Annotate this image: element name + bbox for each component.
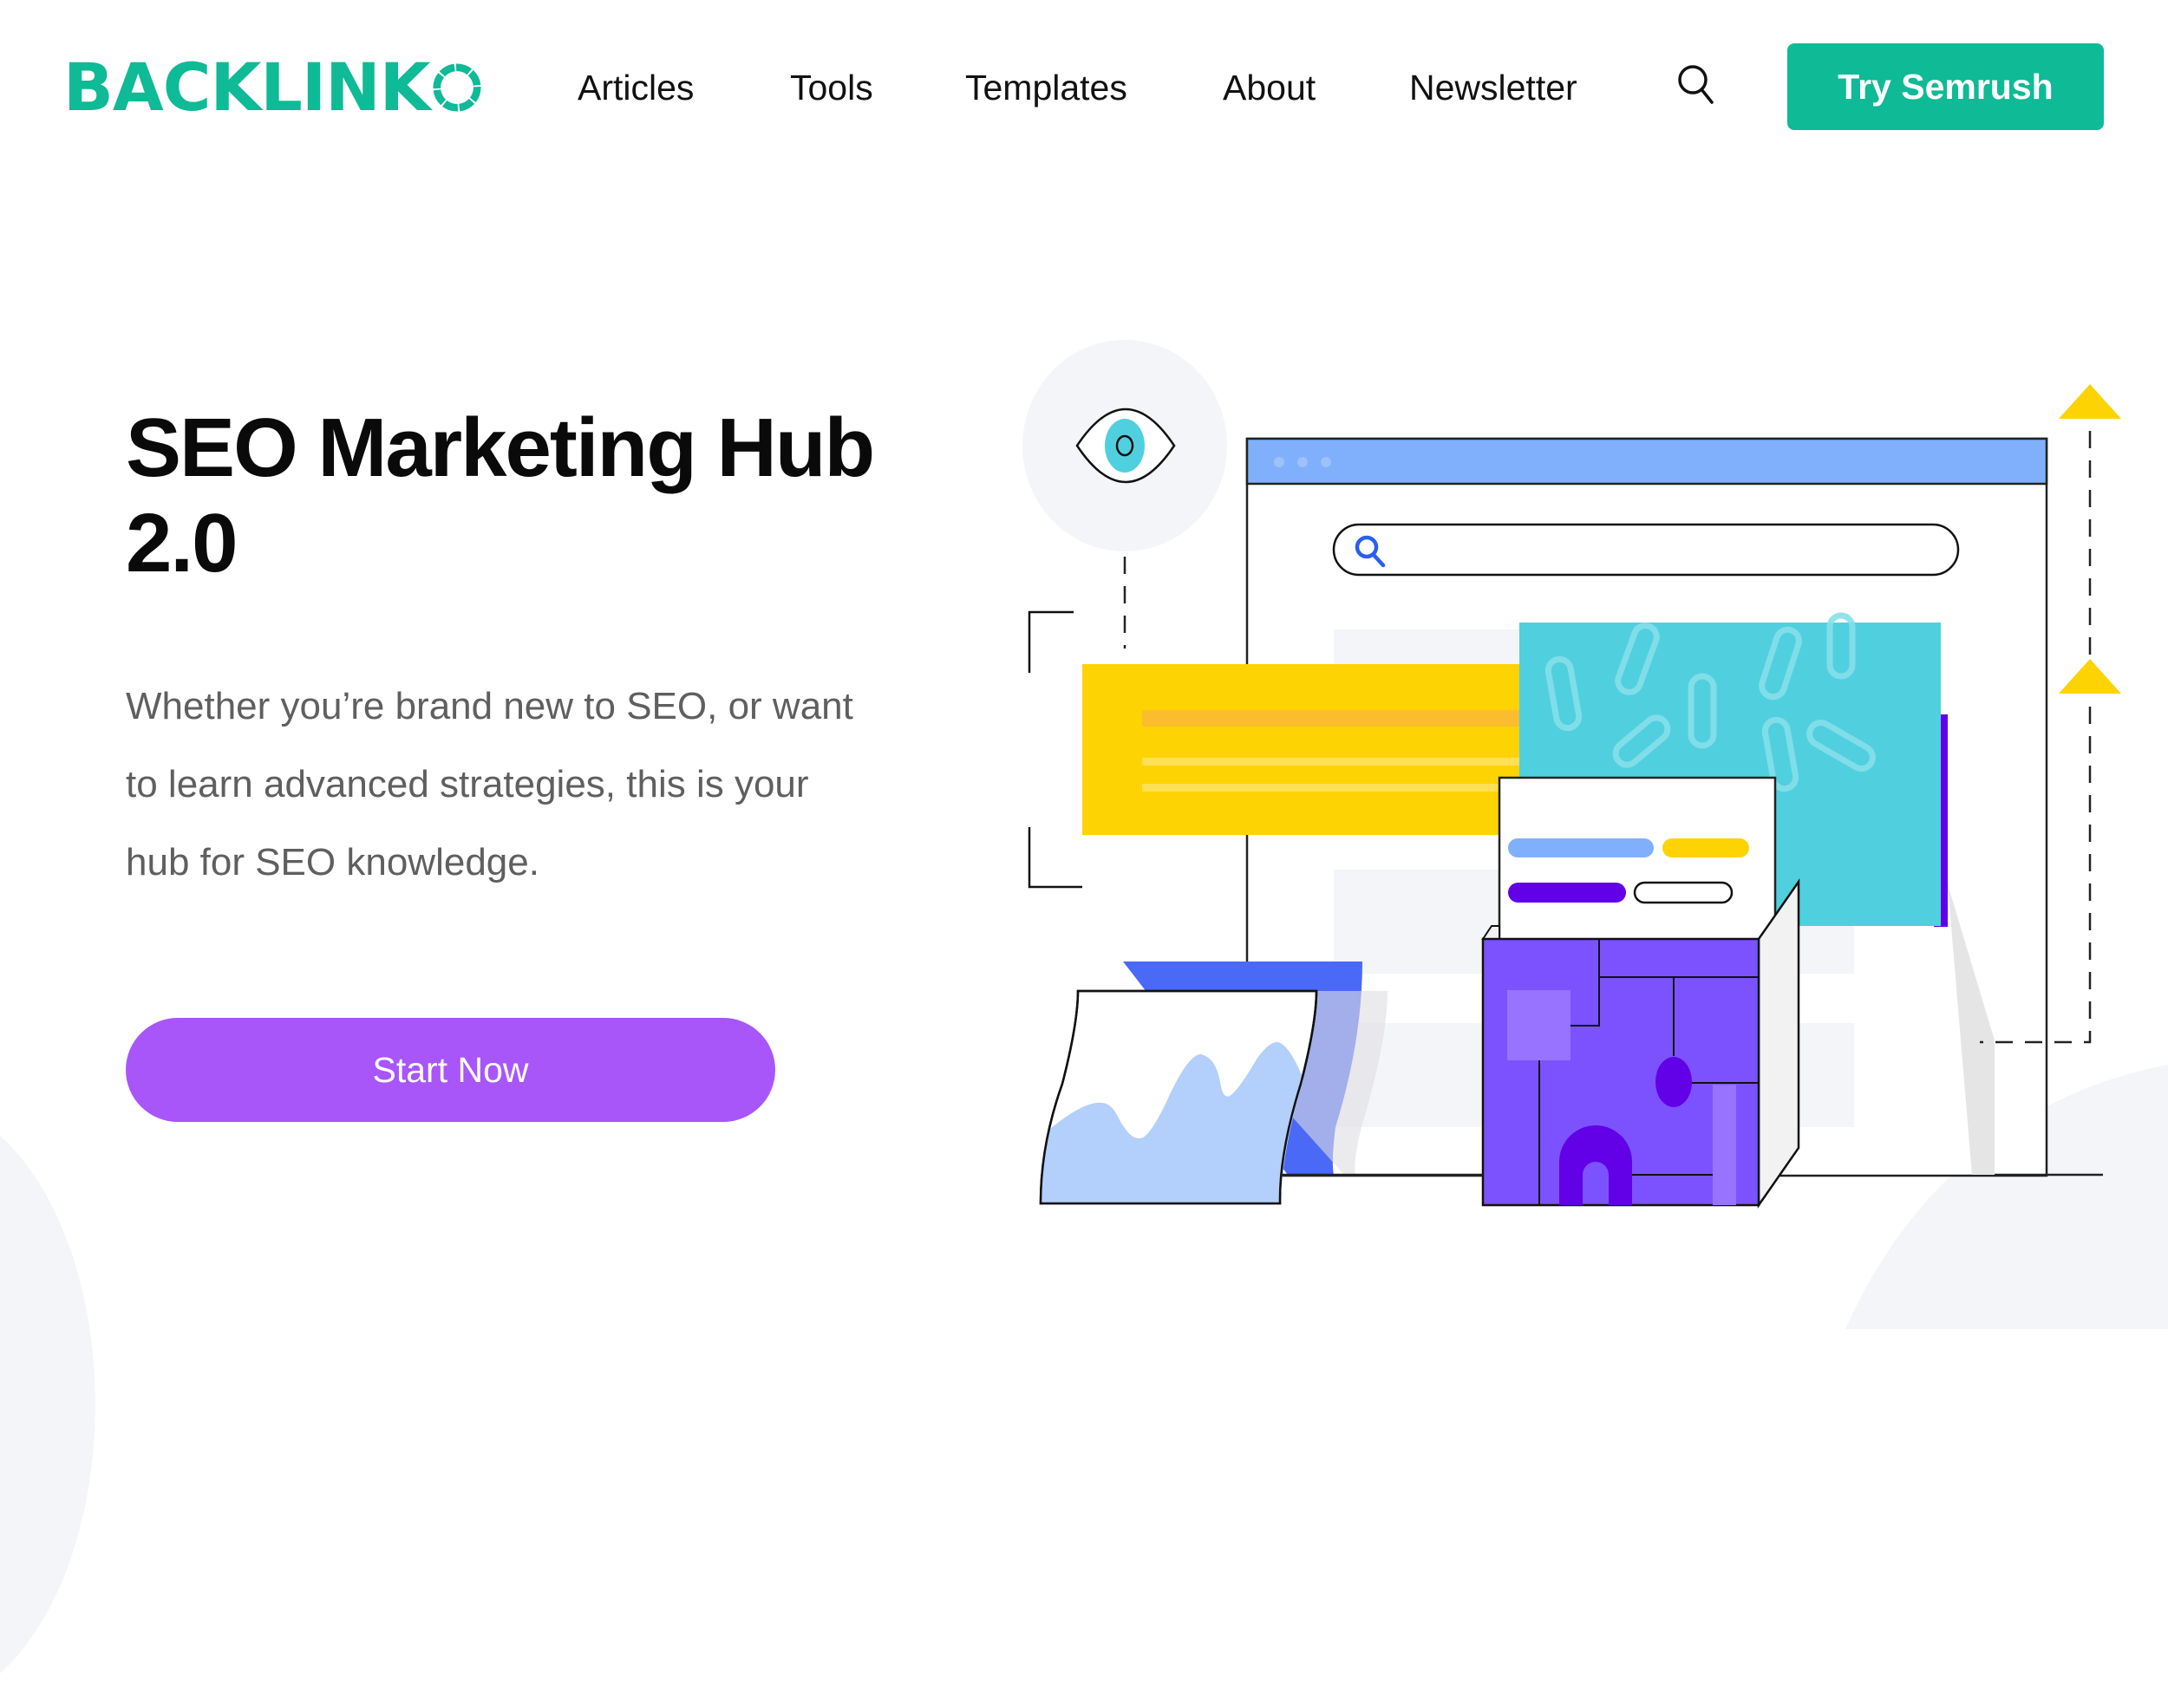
yellow-content-card (1082, 664, 1550, 835)
search-bar (1332, 523, 1960, 577)
nav-about[interactable]: About (1223, 57, 1316, 118)
bracket (1028, 610, 1074, 673)
nav-articles[interactable]: Articles (578, 57, 694, 118)
logo-ring-icon (433, 63, 481, 112)
background-blob-right (1845, 1065, 2168, 1329)
search-bar-icon (1355, 535, 1386, 568)
link-pattern-card (1519, 612, 1941, 926)
hero-description: Whether you’re brand new to SEO, or want… (126, 685, 853, 883)
search-button[interactable] (1675, 62, 1719, 108)
logo[interactable]: BACKLINK (63, 49, 482, 126)
nav-templates[interactable]: Templates (965, 57, 1127, 118)
search-icon (1678, 65, 1714, 104)
bracket (1028, 827, 1082, 889)
chart-area (1041, 1042, 1303, 1203)
nav-tools[interactable]: Tools (790, 57, 873, 118)
chart-paper (1039, 989, 1318, 1205)
site-header: BACKLINK Articles Tools Templates About … (0, 0, 2168, 173)
box (1481, 878, 1800, 1209)
try-semrush-button[interactable]: Try Semrush (1787, 43, 2104, 130)
arrow-up-icon (2059, 659, 2121, 694)
nav-newsletter[interactable]: Newsletter (1409, 57, 1577, 118)
start-now-button[interactable]: Start Now (126, 1018, 775, 1122)
page-title: SEO Marketing Hub 2.0 (126, 401, 875, 590)
arrow-up-icon (2059, 384, 2121, 419)
logo-text: BACKLINK (63, 49, 431, 126)
hero-illustration (1022, 340, 2168, 1329)
chart-card (1039, 962, 1388, 1205)
eye-backdrop (1022, 340, 1227, 551)
background-blob (0, 1101, 95, 1708)
content-card (1498, 776, 1777, 953)
browser-window (1245, 437, 2048, 1177)
eye-icon (1075, 407, 1176, 484)
